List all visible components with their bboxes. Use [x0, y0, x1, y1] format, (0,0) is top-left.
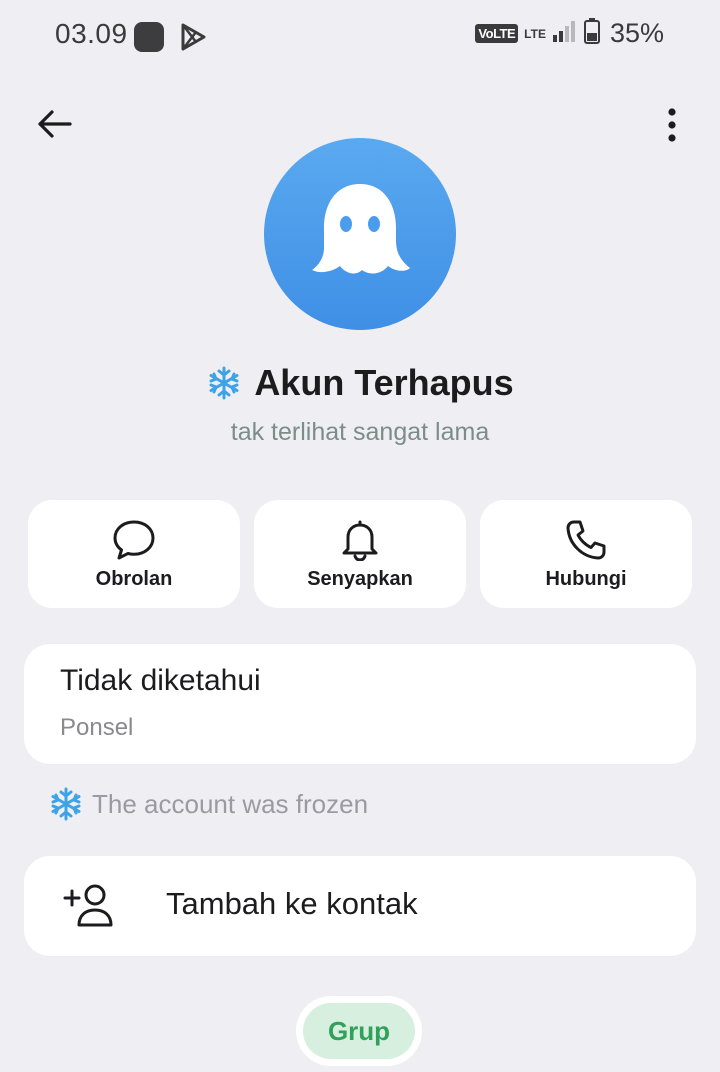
ghost-icon	[312, 184, 410, 274]
more-options-button[interactable]	[652, 104, 692, 146]
phone-icon	[565, 518, 607, 562]
battery-percentage: 35%	[609, 18, 664, 48]
mute-button[interactable]: Senyapkan	[254, 500, 466, 608]
lte-indicator: LTE	[524, 26, 546, 41]
chat-button[interactable]: Obrolan	[28, 500, 240, 608]
volte-badge: VoLTE	[475, 24, 519, 43]
mute-label: Senyapkan	[307, 567, 413, 590]
signal-icon	[552, 19, 578, 48]
phone-value: Tidak diketahui	[60, 664, 261, 697]
phone-info-card[interactable]: Tidak diketahui Ponsel	[24, 644, 696, 764]
call-button[interactable]: Hubungi	[480, 500, 692, 608]
last-seen-status: tak terlihat sangat lama	[230, 418, 490, 446]
arrow-left-icon	[38, 110, 72, 138]
status-indicators: VoLTE LTE 35%	[475, 18, 664, 49]
phone-label: Ponsel	[60, 714, 134, 741]
play-store-icon	[178, 22, 208, 57]
tab-bar: Grup	[296, 996, 422, 1066]
avatar[interactable]	[264, 138, 456, 330]
app-notification-icon	[134, 22, 164, 52]
chat-bubble-icon	[112, 518, 156, 562]
battery-icon	[583, 18, 600, 49]
status-time: 03.09	[55, 18, 128, 49]
frozen-notice: The account was frozen	[48, 786, 368, 822]
snowflake-icon	[51, 787, 81, 821]
add-user-icon	[63, 884, 113, 927]
call-label: Hubungi	[545, 567, 627, 590]
back-button[interactable]	[32, 104, 76, 144]
profile-name-row: Akun Terhapus	[0, 362, 720, 404]
add-to-contacts-label: Tambah ke kontak	[166, 886, 418, 921]
bell-icon	[340, 518, 380, 562]
lte-label: LTE	[524, 26, 546, 41]
profile-name: Akun Terhapus	[254, 362, 514, 403]
more-vertical-icon	[668, 108, 676, 142]
frozen-notice-text: The account was frozen	[92, 788, 369, 819]
add-to-contacts-button[interactable]: Tambah ke kontak	[24, 856, 696, 956]
tab-group[interactable]: Grup	[303, 1003, 415, 1059]
snowflake-icon	[209, 366, 239, 400]
chat-label: Obrolan	[95, 567, 173, 590]
